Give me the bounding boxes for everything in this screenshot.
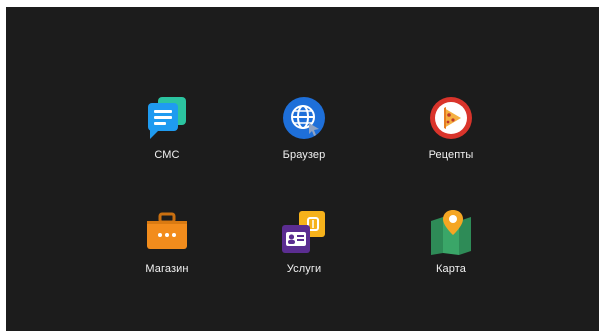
app-recipes[interactable]: Рецепты: [396, 93, 506, 183]
app-map[interactable]: Карта: [396, 207, 506, 297]
contact-cards-icon: [282, 211, 325, 253]
app-browser[interactable]: Браузер: [249, 93, 359, 183]
app-label-services: Услуги: [286, 263, 322, 275]
app-label-shop: Магазин: [145, 263, 189, 275]
app-label-map: Карта: [436, 263, 466, 275]
home-screen: СМС Браузер Рецепты Магазин Услуги Карта: [6, 7, 599, 331]
app-label-sms: СМС: [154, 149, 180, 161]
sms-chat-icon: [148, 97, 186, 139]
app-sms[interactable]: СМС: [112, 93, 222, 183]
app-services[interactable]: Услуги: [249, 207, 359, 297]
globe-browser-icon: [283, 97, 325, 139]
briefcase-icon: [147, 212, 187, 249]
app-label-browser: Браузер: [282, 149, 326, 161]
app-shop[interactable]: Магазин: [112, 207, 222, 297]
map-pin-icon: [431, 210, 471, 255]
app-label-recipes: Рецепты: [428, 149, 474, 161]
pizza-slice-icon: [430, 97, 472, 139]
